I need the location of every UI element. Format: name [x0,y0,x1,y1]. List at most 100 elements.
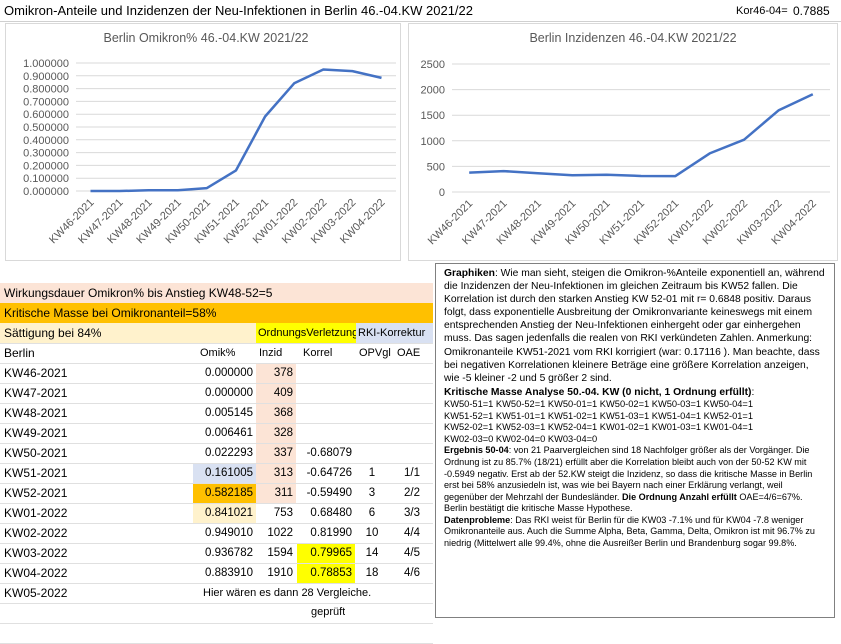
table-row[interactable]: KW03-20220.93678215940.79965144/5 [0,543,433,563]
row-kw: KW51-2021 [4,463,194,483]
row-korrel [297,383,355,403]
banner-wirkungsdauer[interactable]: Wirkungsdauer Omikron% bis Anstieg KW48-… [0,283,433,303]
row-inzid: 409 [256,383,296,403]
row-oae: 1/1 [392,463,432,483]
y-tick-label: 0.600000 [23,109,69,121]
table-row[interactable]: KW47-20210.000000409 [0,383,433,403]
row-opvgl: 1 [357,463,387,483]
row-omik: 0.582185 [193,483,256,503]
y-tick-label: 0.900000 [23,71,69,83]
y-tick-label: 0.700000 [23,96,69,108]
table-row[interactable]: KW02-20220.94901010220.81990104/4 [0,523,433,543]
inzidenz-chart-svg: Berlin Inzidenzen 46.-04.KW 2021/2225002… [409,24,839,262]
row-kw: KW04-2022 [4,563,194,583]
inzidenz-chart[interactable]: Berlin Inzidenzen 46.-04.KW 2021/2225002… [408,23,838,261]
row-inzid: 311 [256,483,296,503]
row-opvgl [357,383,387,403]
graphiken-heading: Graphiken [444,268,495,279]
y-tick-label: 0.000000 [23,186,69,198]
header-korrel: Korrel [303,343,332,363]
geprueft-row: geprüft [0,602,433,622]
row-inzid: 328 [256,423,296,443]
y-tick-label: 1000 [421,136,445,148]
chart-title: Berlin Omikron% 46.-04.KW 2021/22 [104,31,309,45]
correlation-label: Kor46-04= [736,5,788,17]
header-inzid: Inzid [259,343,282,363]
table-gridline [0,383,433,384]
analysis-textbox[interactable]: Graphiken: Wie man sieht, steigen die Om… [435,263,835,618]
table-row[interactable]: KW49-20210.006461328 [0,423,433,443]
table-gridline [0,603,433,604]
table-gridline [0,543,433,544]
row-omik: 0.005145 [193,403,256,423]
kritische-masse-line: KW50-51=1 KW50-52=1 KW50-01=1 KW50-02=1 … [444,399,826,411]
y-tick-label: 0.400000 [23,135,69,147]
datenprobleme-paragraph: Datenprobleme: Das RKI weist für Berlin … [444,515,826,550]
correlation-value: 0.7885 [793,4,830,18]
row-oae [392,403,432,423]
graphiken-text: : Wie man sieht, steigen die Omikron-%An… [444,268,825,384]
banner-kritische-masse-text: Kritische Masse bei Omikronanteil=58% [4,303,216,323]
row-omik: 0.841021 [193,503,256,523]
row-oae [392,443,432,463]
kritische-masse-title: Kritische Masse Analyse 50.-04. KW (0 ni… [444,387,751,398]
table-row[interactable]: KW52-20210.582185311-0.5949032/2 [0,483,433,503]
table-row[interactable]: KW04-20220.88391019100.78853184/6 [0,563,433,583]
row-opvgl [357,423,387,443]
row-korrel: 0.78853 [297,563,355,583]
row-omik: 0.022293 [193,443,256,463]
ordnung-anzahl-heading: Die Ordnung Anzahl erfüllt [622,492,737,502]
row-omik: 0.000000 [193,363,256,383]
row-omik: 0.949010 [193,523,256,543]
row-kw: KW03-2022 [4,543,194,563]
row-oae [392,383,432,403]
row-kw: KW01-2022 [4,503,194,523]
row-korrel: 0.68480 [297,503,355,523]
table-row[interactable]: KW48-20210.005145368 [0,403,433,423]
row-omik: 0.936782 [193,543,256,563]
row-inzid: 753 [256,503,296,523]
row-opvgl [357,363,387,383]
kritische-masse-line: KW52-02=1 KW52-03=1 KW52-04=1 KW01-02=1 … [444,422,826,434]
row-inzid: 378 [256,363,296,383]
banner-kritische-masse[interactable]: Kritische Masse bei Omikronanteil=58% [0,303,433,323]
header-opvgl: OPVgl [359,343,391,363]
comparisons-note: Hier wären es dann 28 Vergleiche. [203,583,371,603]
row-korrel: 0.79965 [297,543,355,563]
table-row[interactable]: KW50-20210.022293337-0.68079 [0,443,433,463]
table-row[interactable]: KW01-20220.8410217530.6848063/3 [0,503,433,523]
row-inzid: 337 [256,443,296,463]
row-oae: 4/5 [392,543,432,563]
row-opvgl: 3 [357,483,387,503]
row-kw: KW49-2021 [4,423,194,443]
row-opvgl: 10 [357,523,387,543]
row-opvgl: 14 [357,543,387,563]
kritische-masse-line: KW02-03=0 KW02-04=0 KW03-04=0 [444,434,826,446]
row-korrel: -0.59490 [297,483,355,503]
y-tick-label: 2500 [421,59,445,71]
table-gridline [0,503,433,504]
row-oae: 4/4 [392,523,432,543]
banner-wirkungsdauer-text: Wirkungsdauer Omikron% bis Anstieg KW48-… [4,283,272,303]
y-tick-label: 0.200000 [23,160,69,172]
kritische-masse-line: KW51-52=1 KW51-01=1 KW51-02=1 KW51-03=1 … [444,411,826,423]
series-line [91,70,382,192]
table-row[interactable]: KW51-20210.161005313-0.6472611/1 [0,463,433,483]
row-korrel [297,363,355,383]
header-oae: OAE [397,343,420,363]
row-korrel [297,423,355,443]
row-inzid: 368 [256,403,296,423]
table-row[interactable]: KW46-20210.000000378 [0,363,433,383]
banner-saettigung[interactable]: Sättigung bei 84% OrdnungsVerletzung RKI… [0,323,433,343]
row-omik: 0.161005 [193,463,256,483]
ergebnis-paragraph: Ergebnis 50-04: von 21 Paarvergleichen s… [444,445,826,515]
data-table: Wirkungsdauer Omikron% bis Anstieg KW48-… [0,283,433,622]
y-tick-label: 0.300000 [23,148,69,160]
row-omik: 0.006461 [193,423,256,443]
table-gridline [0,483,433,484]
geprueft-label: geprüft [311,602,345,622]
y-tick-label: 500 [427,161,445,173]
y-tick-label: 0 [439,187,445,199]
omikron-chart[interactable]: Berlin Omikron% 46.-04.KW 2021/221.00000… [5,23,401,261]
row-kw: KW47-2021 [4,383,194,403]
